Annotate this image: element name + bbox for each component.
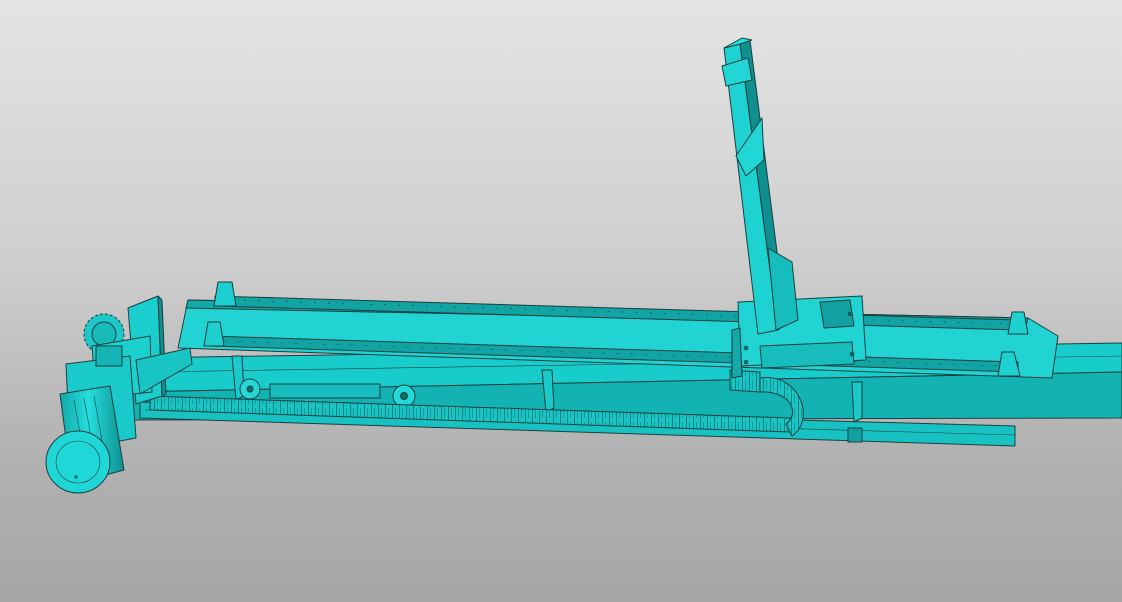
linear-gantry-model[interactable] [0,0,1122,602]
cad-viewport[interactable] [0,0,1122,602]
vertical-column [721,37,799,335]
motor [45,345,137,494]
